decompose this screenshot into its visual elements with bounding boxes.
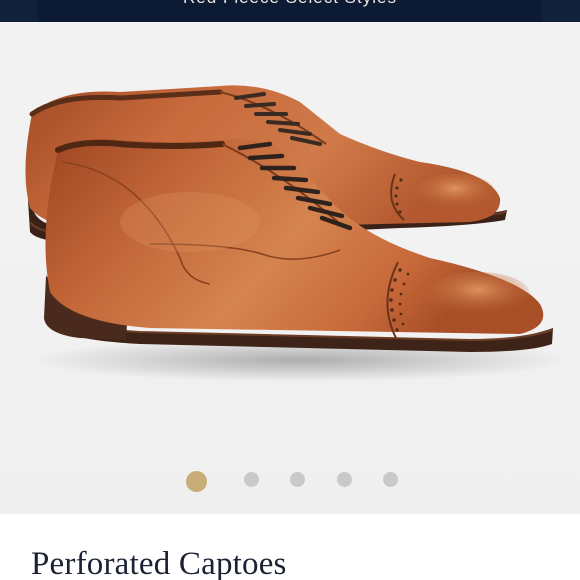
carousel-dot-5[interactable] — [383, 472, 398, 487]
front-shoe — [44, 139, 553, 352]
product-image[interactable] — [0, 22, 580, 514]
product-image-carousel[interactable] — [0, 22, 580, 514]
carousel-dot-3[interactable] — [290, 472, 305, 487]
product-title: Perforated Captoes — [31, 546, 287, 580]
product-page: Red Fleece Select Styles — [0, 0, 580, 580]
product-info: Perforated Captoes — [0, 514, 580, 580]
promo-banner-text[interactable]: Red Fleece Select Styles — [0, 0, 580, 8]
carousel-dot-1[interactable] — [186, 471, 207, 492]
carousel-dot-2[interactable] — [244, 472, 259, 487]
promo-banner[interactable]: Red Fleece Select Styles — [0, 0, 580, 22]
carousel-dot-4[interactable] — [337, 472, 352, 487]
carousel-pagination — [0, 468, 580, 496]
